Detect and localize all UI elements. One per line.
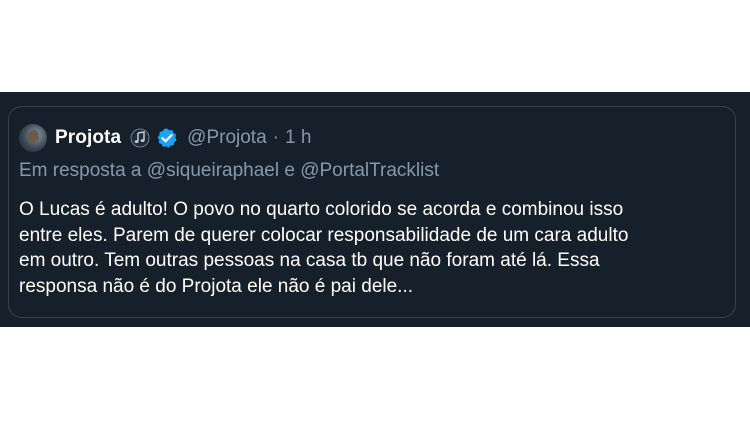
separator-dot: · (272, 127, 279, 148)
tweet-header: Projota @Projota · 1 h (19, 123, 311, 153)
display-name[interactable]: Projota (55, 127, 121, 149)
tweet-timestamp[interactable]: 1 h (285, 127, 311, 149)
tweet-text-line: responsa não é do Projota ele não é pai … (19, 275, 414, 297)
tweet-text-line: O Lucas é adulto! O povo no quarto color… (19, 199, 624, 220)
tweet-card[interactable]: Projota @Projota · 1 h Em resposta a @si… (8, 106, 736, 318)
tweet-text-line: entre eles. Parem de querer colocar resp… (19, 224, 629, 246)
author-handle[interactable]: @Projota (187, 127, 267, 149)
reply-to-line[interactable]: Em resposta a @siqueiraphael e @PortalTr… (19, 160, 439, 182)
avatar[interactable] (19, 124, 47, 152)
tweet-text: O Lucas é adulto! O povo no quarto color… (19, 197, 719, 299)
verified-badge-icon (156, 127, 178, 149)
music-note-icon (129, 127, 151, 149)
tweet-text-line: em outro. Tem outras pessoas na casa tb … (19, 250, 600, 271)
